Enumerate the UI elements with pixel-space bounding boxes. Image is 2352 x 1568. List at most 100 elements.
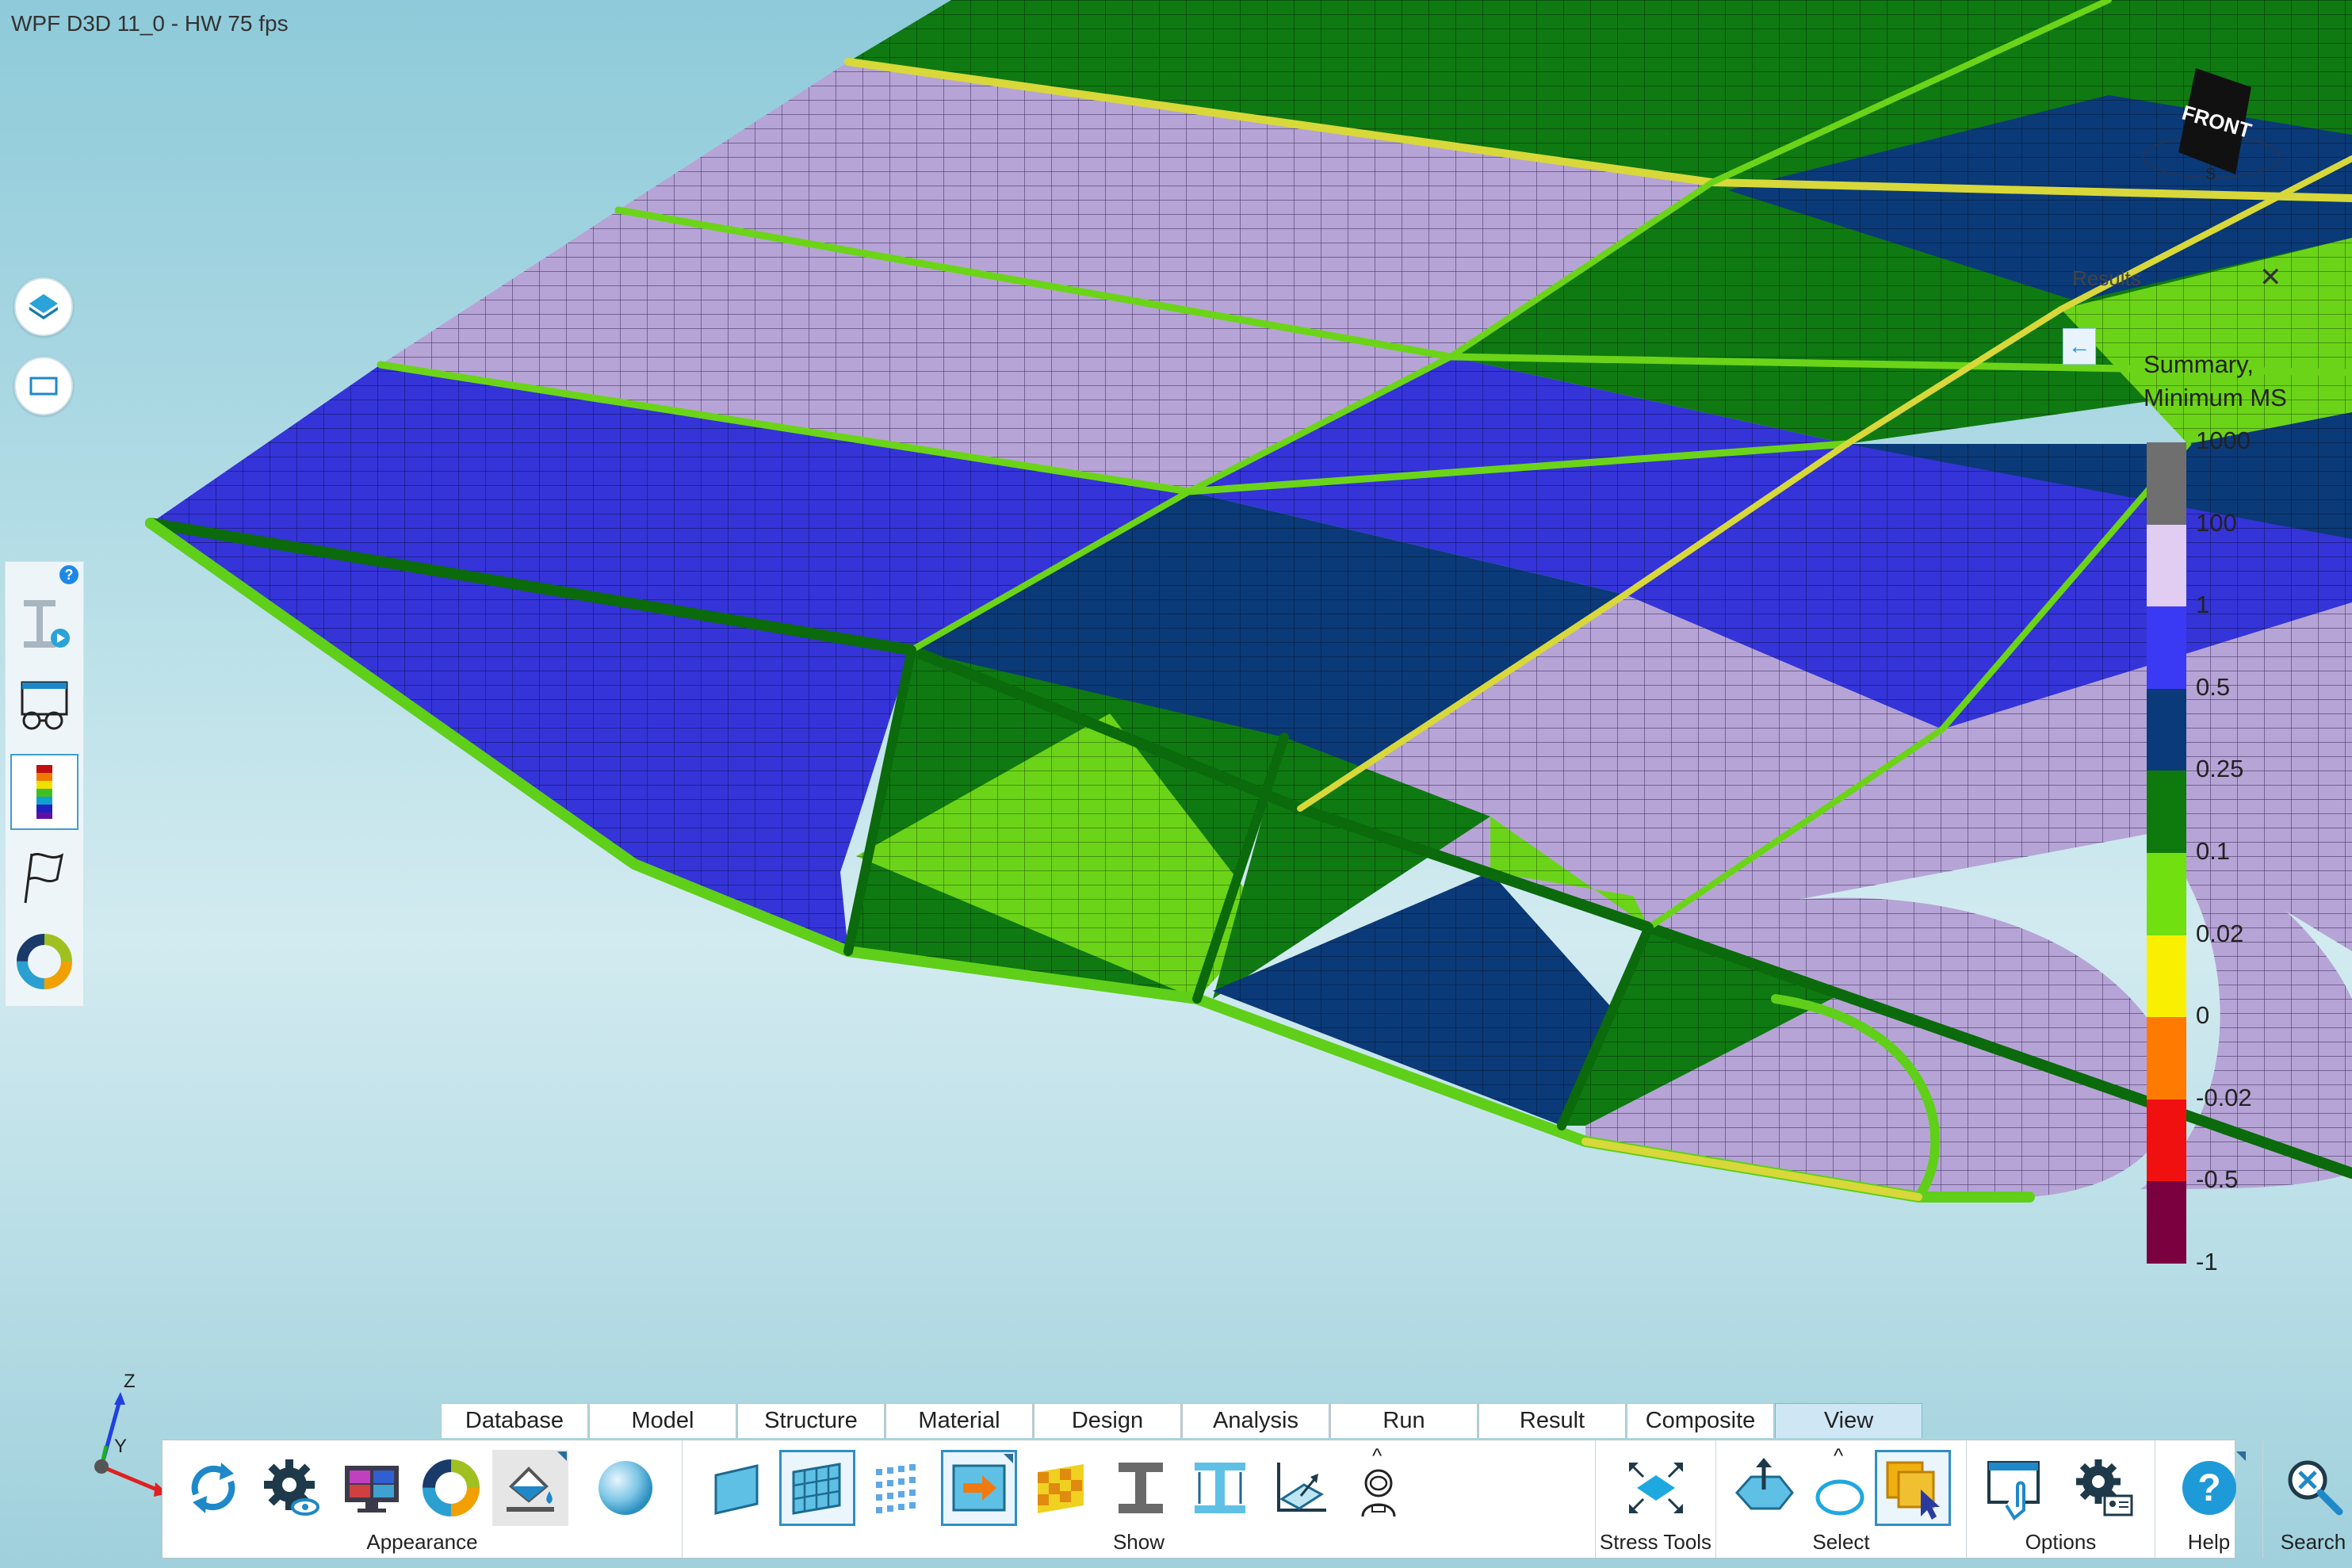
show-analysis-objects-button[interactable]: ^ <box>1340 1444 1417 1526</box>
tab-view[interactable]: View <box>1775 1403 1922 1438</box>
expand-caret-icon[interactable]: ^ <box>1372 1444 1382 1468</box>
show-stiffeners-button[interactable] <box>1182 1450 1258 1526</box>
checker-icon <box>1038 1464 1084 1513</box>
close-icon[interactable]: ✕ <box>2259 262 2282 293</box>
view-3d-button[interactable] <box>14 277 73 336</box>
group-label-show: Show <box>1112 1530 1165 1554</box>
help-button[interactable]: ? <box>2171 1450 2247 1526</box>
beam-icon <box>24 600 70 648</box>
legend-label: 100 <box>2196 508 2237 537</box>
stiffener-icon <box>1195 1463 1245 1513</box>
expand-arrows-icon <box>1629 1463 1683 1513</box>
ribbon-toolbar: Appearance ^ Show Stress Tools ^ Select … <box>162 1440 2346 1558</box>
navigation-cube[interactable]: FRONT S <box>2132 63 2291 198</box>
ribbon-tab-bar: Database Model Structure Material Design… <box>441 1403 1923 1440</box>
window-touch-icon <box>1987 1461 2040 1521</box>
group-appearance: Appearance <box>163 1440 683 1558</box>
legend-swatch <box>2147 771 2186 853</box>
shading-button[interactable] <box>587 1450 664 1526</box>
legend-swatch <box>2147 442 2186 525</box>
show-properties-button[interactable] <box>1023 1450 1100 1526</box>
group-label-stress-tools: Stress Tools <box>1599 1530 1712 1554</box>
view-2d-button[interactable] <box>14 357 73 415</box>
dropdown-corner-icon <box>1004 1454 1013 1463</box>
group-label-select: Select <box>1812 1530 1870 1554</box>
tab-design[interactable]: Design <box>1034 1403 1181 1438</box>
group-label-options: Options <box>2025 1530 2097 1554</box>
contour-legend-button[interactable] <box>10 754 78 830</box>
screen-layout-button[interactable] <box>334 1450 410 1526</box>
beam-tool-button[interactable] <box>10 586 78 662</box>
y-axis-label: Y <box>114 1436 127 1457</box>
3d-viewport[interactable]: WPF D3D 11_0 - HW 75 fps ? FRONT S Resul… <box>0 0 2352 1568</box>
i-beam-icon <box>1119 1463 1163 1513</box>
mesh-icon <box>792 1463 841 1515</box>
group-stress-tools: Stress Tools <box>1596 1440 1716 1558</box>
left-tool-panel: ? <box>5 561 84 1007</box>
stress-tools-button[interactable] <box>1618 1450 1694 1526</box>
legend-label: 1000 <box>2196 426 2251 454</box>
legend-label: 0 <box>2196 1001 2210 1030</box>
tab-database[interactable]: Database <box>441 1403 588 1438</box>
color-wheel-button[interactable] <box>10 924 78 1000</box>
flag-icon <box>24 853 64 904</box>
z-axis-label: Z <box>124 1371 136 1392</box>
tab-composite[interactable]: Composite <box>1627 1403 1774 1438</box>
select-pointer-button[interactable] <box>1875 1450 1951 1526</box>
settings-options-button[interactable] <box>2065 1450 2141 1526</box>
tab-structure[interactable]: Structure <box>737 1403 885 1438</box>
nodes-icon <box>876 1464 916 1513</box>
group-label-help: Help <box>2187 1530 2231 1554</box>
show-coordinate-systems-button[interactable] <box>1261 1450 1337 1526</box>
gear-id-icon <box>2076 1459 2133 1516</box>
show-beams-button[interactable] <box>1103 1450 1179 1526</box>
legend-subtitle-1: Summary, <box>2144 350 2254 378</box>
tab-result[interactable]: Result <box>1478 1403 1626 1438</box>
view-glasses-button[interactable] <box>10 670 78 746</box>
expand-caret-icon[interactable]: ^ <box>1834 1444 1843 1468</box>
legend-label: 0.1 <box>2196 837 2231 865</box>
back-arrow-icon[interactable]: ← <box>2063 328 2096 365</box>
color-wheel-icon <box>423 1459 480 1516</box>
legend-swatch <box>2147 852 2186 935</box>
tab-model[interactable]: Model <box>589 1403 736 1438</box>
group-label-appearance: Appearance <box>366 1530 478 1554</box>
show-nodes-button[interactable] <box>859 1450 935 1526</box>
select-ellipse-button[interactable]: ^ <box>1802 1444 1878 1526</box>
paint-bucket-icon <box>507 1467 554 1512</box>
legend-swatch <box>2147 935 2186 1018</box>
group-label-search: Search <box>2280 1530 2346 1554</box>
show-mesh-button[interactable] <box>779 1450 855 1526</box>
legend-color-bar <box>2147 442 2186 1264</box>
monitor-icon <box>345 1466 399 1513</box>
search-icon <box>2288 1460 2343 1516</box>
tab-material[interactable]: Material <box>885 1403 1033 1438</box>
compass-label: S <box>2205 166 2216 183</box>
tab-analysis[interactable]: Analysis <box>1182 1403 1329 1438</box>
refresh-icon <box>191 1463 235 1513</box>
legend-swatch <box>2147 524 2186 607</box>
arrow-right-icon <box>952 1464 1006 1512</box>
flag-button[interactable] <box>10 839 78 916</box>
select-tray-button[interactable] <box>1726 1450 1802 1526</box>
legend-swatch <box>2147 606 2186 689</box>
group-help: ? Help <box>2155 1440 2263 1558</box>
show-loads-button[interactable] <box>941 1450 1017 1526</box>
color-wheel-tool-button[interactable] <box>413 1450 489 1526</box>
display-settings-button[interactable] <box>254 1450 331 1526</box>
window-options-button[interactable] <box>1978 1450 2054 1526</box>
help-icon[interactable]: ? <box>59 565 78 584</box>
tab-run[interactable]: Run <box>1330 1403 1478 1438</box>
svg-text:?: ? <box>2197 1467 2220 1509</box>
legend-subtitle-2: Minimum MS <box>2144 384 2287 411</box>
rectangle-icon <box>29 377 58 396</box>
fps-readout: WPF D3D 11_0 - HW 75 fps <box>11 11 289 36</box>
wing-model[interactable] <box>0 0 2352 1568</box>
dropdown-corner-icon <box>2236 1451 2246 1461</box>
search-button[interactable] <box>2276 1450 2352 1526</box>
fill-color-button[interactable] <box>492 1450 568 1526</box>
refresh-button[interactable] <box>175 1450 251 1526</box>
results-title: Results <box>2072 266 2141 290</box>
gear-icon <box>264 1459 319 1516</box>
show-panels-button[interactable] <box>700 1450 776 1526</box>
